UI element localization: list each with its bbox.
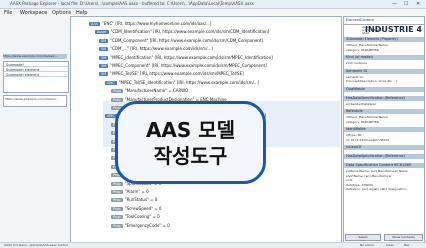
tree-row[interactable]: Prop "ScrewSpeed" = 0 [111, 206, 161, 212]
detail-field: idShort: ManufacturerName [346, 115, 388, 119]
tree-row[interactable]: SM "MPEC_Tel/SE" [IRI, https://www.exampl… [99, 71, 244, 77]
tree-row-type-badge: Asset [95, 30, 109, 35]
tree-row[interactable]: SM "CDM_..." [IRI, https://www.example.co… [99, 46, 213, 52]
tree-row-label: "CDM_Component" [IRI, https://www.exampl… [110, 37, 263, 43]
tab-element[interactable]: Element [346, 18, 361, 22]
tree-row-label: "CDM_..." [IRI, https://www.example.com/… [110, 46, 213, 52]
application-window: AASX Package Explorer - local file: D:\U… [0, 0, 426, 248]
tree-row[interactable]: SM "CDM_Component" [IRI, https://www.exam… [99, 38, 263, 44]
minimize-button[interactable]: — [392, 1, 397, 7]
tree-row[interactable]: Prop "ToolCooling" = 0 [111, 214, 160, 220]
detail-field: [ConceptDescription, local, IRI, ...] [346, 79, 398, 83]
select-button[interactable]: Select [345, 234, 381, 241]
tree-row-type-badge: Prop [111, 97, 123, 102]
tree-row-label: "MPEC_Tel/SE" [IRI, https://www.example.… [110, 71, 244, 77]
tree-row[interactable]: Prop "RunStatus" = 0 [111, 197, 157, 203]
tree-row-type-badge: Prop [111, 206, 123, 211]
detail-field: embeddedDataSpec [346, 101, 377, 106]
detail-section-header[interactable]: Semantic ID [344, 68, 424, 74]
detail-field: idShort: ManufacturerName [346, 43, 388, 47]
detail-field: unit: [346, 178, 353, 182]
rec-button[interactable]: Rec [404, 243, 409, 247]
tree-row-label: "MPEC_Identification" [IRI, https://www.… [110, 54, 273, 60]
detail-field: definition: [en] legally valid designati… [346, 187, 409, 191]
left-panel-note: https://www.example.com/ids/sm/... [3, 95, 67, 107]
detail-section-header[interactable]: Qualifiable [344, 86, 424, 92]
status-bar: AASX D:\Users\...\sample\AAS.aasx loaded… [0, 242, 426, 248]
detail-field: id: 0173-1#02-AAO677#002 [346, 137, 390, 142]
banner-line-2: 작성도구 [153, 143, 228, 168]
detail-tabs: Element Content [344, 17, 424, 25]
tree-row-type-badge: SM [99, 47, 109, 52]
industrie40-logo: INDUSTRIE 4 [365, 25, 422, 34]
tree-row-type-badge: SM [99, 38, 109, 43]
tree-row-label: "ToolCooling" = 0 [124, 214, 160, 220]
tree-row-type-badge: SM [99, 72, 109, 77]
tree-row-type-badge: SMC [105, 80, 117, 85]
window-title: AASX Package Explorer - local file: D:\U… [10, 1, 254, 6]
tree-row[interactable]: SM "MPEC_Identification" [IRI, https://ww… [99, 55, 273, 61]
title-banner: AAS 모델 작성도구 [115, 101, 266, 184]
detail-field: category: PARAMETER [346, 47, 379, 52]
detail-section-header[interactable]: Data Specification Content IEC61360 [344, 163, 424, 168]
tree-row-type-badge: Prop [111, 89, 123, 94]
tree-row-type-badge: Prop [111, 181, 123, 186]
tree-row-type-badge: SM [99, 55, 109, 60]
detail-field: kind: Instance [346, 61, 368, 65]
list-item[interactable]: Submodel element [4, 72, 68, 77]
detail-section-header[interactable]: HasDataSpecification (Reference) [344, 95, 424, 101]
left-panel: https://www.example.com/ids/aas/... Subm… [3, 33, 69, 243]
tree-row-label: "Alarm" = 0 [124, 189, 149, 194]
detail-field: category: PARAMETER [346, 119, 379, 124]
tree-row-label: "EmergencyCode" = 0 [124, 222, 170, 228]
tree-row[interactable]: SMC "MPEC_Tel/SE_Identification" [IRI, ht… [105, 80, 259, 86]
detail-section-header[interactable]: isCaseOf [344, 145, 424, 150]
tree-row-label: "RunStatus" = 0 [124, 197, 158, 203]
show-contents-button[interactable]: Show Contents [384, 234, 423, 241]
detail-field: semanticId: [346, 74, 364, 79]
tree-row[interactable]: Asset "CDM_Identification" [IRI, https://… [95, 29, 269, 35]
tree-row-label: "CDM_Identification" [IRI, https://www.e… [110, 29, 270, 35]
tree-row-type-badge: SM [99, 64, 109, 68]
tree-row-label: "ScrewSpeed" = 0 [124, 205, 162, 211]
detail-field: preferredName: [en] Manufacturer Name [346, 169, 408, 173]
status-text: AASX D:\Users\...\sample\AAS.aasx loaded… [4, 243, 69, 247]
element-list: Submodel Submodel element Submodel eleme… [3, 61, 69, 93]
element-detail-panel: Element Content Asset Administration She… [343, 16, 425, 244]
detail-section-header[interactable]: HasDataSpecification (Reference) [344, 154, 424, 159]
detail-field: dataType: STRING [346, 182, 373, 187]
tab-content[interactable]: Content [360, 18, 374, 22]
title-bar: AASX Package Explorer - local file: D:\U… [0, 0, 426, 9]
detail-section-header[interactable]: Identifiable [344, 127, 424, 132]
menu-file[interactable]: File [4, 10, 12, 16]
menu-workspace[interactable]: Workspace [20, 10, 47, 16]
tree-row-type-badge: Prop [111, 198, 123, 203]
detail-section-header[interactable]: Kind (of model) [344, 55, 424, 60]
errors-indicator: No errors [360, 243, 374, 247]
banner-line-1: AAS 모델 [145, 117, 236, 142]
tree-row[interactable]: SM "MPEC_Component" [IRI, https://www.exa… [99, 63, 267, 69]
tree-row-label: "ENC" [IRI, https://www.myhomeonline.com… [102, 21, 212, 26]
detail-section-header[interactable]: Referable [344, 109, 424, 114]
left-panel-header: https://www.example.com/ids/aas/... [3, 54, 67, 59]
tree-row-type-badge: AAS [89, 22, 101, 26]
tree-row-type-badge: Prop [111, 215, 123, 220]
tree-row[interactable]: Prop "ManufacturerName" = CARWO [111, 88, 188, 94]
tree-row-label: "ManufacturerName" = CARWO [124, 88, 189, 94]
tree-row-label: "MPEC_Tel/SE_Identification" [IRI, https… [118, 79, 260, 85]
tree-row[interactable]: Prop "EmergencyCode" = 0 [111, 223, 170, 229]
detail-field: idType: IRI [346, 133, 362, 137]
tree-row-type-badge: Prop [111, 190, 123, 194]
close-button[interactable]: ✕ [416, 1, 420, 7]
maximize-button[interactable]: ☐ [404, 1, 408, 7]
tree-row[interactable]: Prop "Alarm" = 0 [111, 189, 149, 195]
tree-row-label: "MPEC_Component" [IRI, https://www.examp… [110, 63, 267, 68]
tree-row[interactable]: AAS "ENC" [IRI, https://www.myhomeonline.… [89, 21, 211, 27]
tree-row-type-badge: Prop [111, 223, 123, 228]
menu-options[interactable]: Options [52, 10, 71, 16]
detail-field: shortName: [en] Manufacturer [346, 173, 392, 178]
detail-section-header[interactable]: Submodel Element (Property) [344, 37, 424, 42]
clear-button[interactable]: Clear [386, 243, 394, 247]
